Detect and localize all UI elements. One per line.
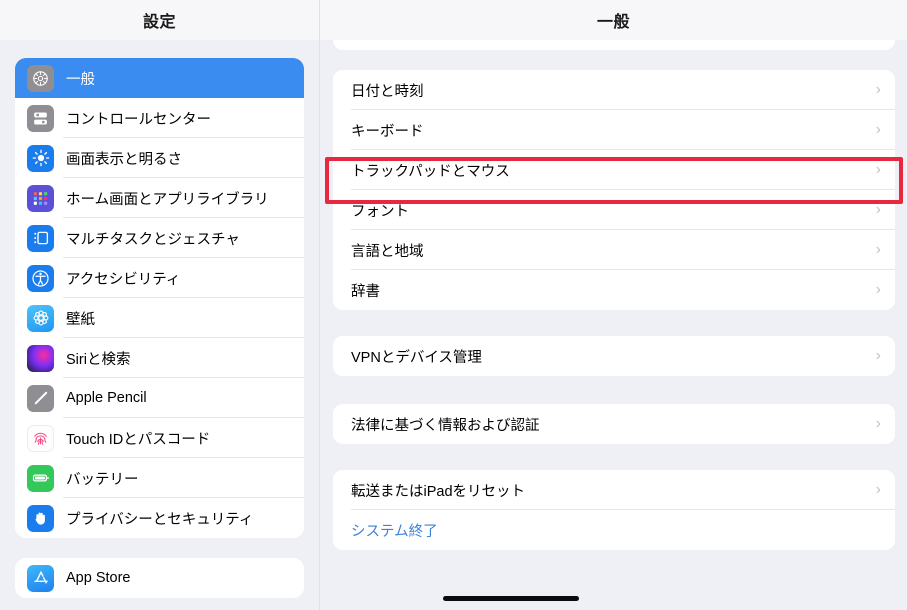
chevron-right-icon: › (875, 281, 881, 298)
sidebar-item-label: バッテリー (66, 471, 139, 488)
sidebar-item-label: Siriと検索 (66, 351, 131, 368)
sidebar-item-siri-search[interactable]: Siriと検索 (15, 338, 304, 378)
touch-id-icon-svg (34, 432, 47, 445)
sidebar-item-label: ホーム画面とアプリライブラリ (66, 191, 269, 208)
sidebar-item-app-store[interactable]: App Store (15, 558, 304, 598)
detail-row-fonts[interactable]: フォント › (333, 190, 895, 230)
detail-row-label: 法律に基づく情報および認証 (351, 417, 540, 434)
touch-id-icon (27, 424, 54, 452)
chevron-right-icon: › (875, 121, 881, 138)
detail-header: 一般 (320, 0, 907, 40)
detail-row-legal-regulatory[interactable]: 法律に基づく情報および認証 › (333, 404, 895, 444)
pencil-icon-svg (34, 391, 47, 405)
gear-icon-svg (33, 70, 48, 86)
siri-icon (27, 344, 54, 372)
home-screen-icon (27, 184, 54, 212)
detail-row-vpn-device-management[interactable]: VPNとデバイス管理 › (333, 336, 895, 376)
chevron-right-icon: › (875, 241, 881, 258)
detail-row-label: キーボード (351, 123, 424, 140)
accessibility-icon-svg (32, 269, 49, 287)
sidebar-item-label: コントロールセンター (66, 111, 211, 128)
chevron-right-icon: › (875, 415, 881, 432)
detail-row-label: 日付と時刻 (351, 83, 424, 100)
detail-row-shut-down[interactable]: システム終了 (333, 510, 895, 550)
detail-group-vpn: VPNとデバイス管理 › (333, 336, 895, 376)
detail-title: 一般 (596, 14, 630, 31)
sidebar-item-wallpaper[interactable]: 壁紙 (15, 298, 304, 338)
app-store-icon (27, 564, 54, 592)
scrolled-card-stub (333, 40, 895, 50)
detail-row-label: 辞書 (351, 283, 380, 300)
accessibility-icon (27, 264, 54, 292)
detail-row-language-region[interactable]: 言語と地域 › (333, 230, 895, 270)
detail-row-date-time[interactable]: 日付と時刻 › (333, 70, 895, 110)
detail-group-system: 日付と時刻 › キーボード › トラックパッドとマウス › フォント › 言語と… (333, 70, 895, 310)
detail-row-label: 転送またはiPadをリセット (351, 483, 526, 500)
detail-group-legal: 法律に基づく情報および認証 › (333, 404, 895, 444)
sidebar-item-display-brightness[interactable]: 画面表示と明るさ (15, 138, 304, 178)
sidebar-header: 設定 (0, 0, 320, 40)
sidebar-item-label: 一般 (66, 71, 95, 88)
sidebar-item-multitasking[interactable]: マルチタスクとジェスチャ (15, 218, 304, 258)
sidebar-item-general[interactable]: 一般 (15, 58, 304, 98)
sidebar-item-label: 画面表示と明るさ (66, 151, 182, 168)
sidebar-title: 設定 (142, 14, 176, 31)
detail-row-trackpad-mouse[interactable]: トラックパッドとマウス › (333, 150, 895, 190)
settings-sidebar[interactable]: 一般 コントロールセンター 画面表示と明るさ ホーム画面とアプリライブラリ マル… (0, 40, 320, 610)
detail-row-label: フォント (351, 203, 409, 220)
sidebar-item-apple-pencil[interactable]: Apple Pencil (15, 378, 304, 418)
wallpaper-icon (27, 304, 54, 332)
sidebar-item-label: App Store (66, 570, 131, 586)
detail-row-label: 言語と地域 (351, 243, 424, 260)
chevron-right-icon: › (875, 161, 881, 178)
privacy-hand-icon-svg (35, 512, 45, 525)
detail-row-transfer-reset-ipad[interactable]: 転送またはiPadをリセット › (333, 470, 895, 510)
chevron-right-icon: › (875, 81, 881, 98)
wallpaper-icon-svg (33, 310, 48, 326)
navigation-header: 設定 一般 (0, 0, 907, 40)
sidebar-item-home-screen[interactable]: ホーム画面とアプリライブラリ (15, 178, 304, 218)
detail-row-label: システム終了 (351, 523, 438, 540)
home-screen-icon-svg (33, 191, 48, 205)
detail-row-dictionary[interactable]: 辞書 › (333, 270, 895, 310)
battery-icon-svg (32, 474, 49, 482)
chevron-right-icon: › (875, 481, 881, 498)
brightness-icon-svg (32, 149, 49, 167)
sidebar-item-label: アクセシビリティ (66, 271, 181, 288)
multitasking-icon (27, 224, 54, 252)
app-store-icon-svg (33, 571, 48, 584)
detail-row-label: トラックパッドとマウス (351, 163, 510, 180)
sidebar-item-label: Apple Pencil (66, 390, 147, 406)
control-center-icon (27, 104, 54, 132)
sidebar-item-accessibility[interactable]: アクセシビリティ (15, 258, 304, 298)
sidebar-item-label: プライバシーとセキュリティ (66, 511, 254, 528)
home-indicator (443, 596, 579, 601)
sidebar-group-main: 一般 コントロールセンター 画面表示と明るさ ホーム画面とアプリライブラリ マル… (15, 58, 304, 538)
multitasking-icon-svg (33, 231, 48, 245)
gear-icon (27, 64, 54, 92)
sidebar-group-apps: App Store (15, 558, 304, 598)
chevron-right-icon: › (875, 201, 881, 218)
sidebar-item-battery[interactable]: バッテリー (15, 458, 304, 498)
general-settings-pane[interactable]: 日付と時刻 › キーボード › トラックパッドとマウス › フォント › 言語と… (321, 40, 907, 610)
sidebar-item-privacy-security[interactable]: プライバシーとセキュリティ (15, 498, 304, 538)
sidebar-item-label: Touch IDとパスコード (66, 431, 211, 448)
detail-group-reset: 転送またはiPadをリセット › システム終了 (333, 470, 895, 550)
privacy-hand-icon (27, 504, 54, 532)
control-center-icon-svg (34, 111, 47, 125)
sidebar-item-label: 壁紙 (66, 311, 95, 328)
detail-row-label: VPNとデバイス管理 (351, 349, 482, 366)
ipad-settings-screen: 設定 一般 一般 コントロールセンター 画面表示と明るさ ホーム画面とアプリライ… (0, 0, 907, 610)
detail-row-keyboard[interactable]: キーボード › (333, 110, 895, 150)
chevron-right-icon: › (875, 347, 881, 364)
battery-icon (27, 464, 54, 492)
brightness-icon (27, 144, 54, 172)
sidebar-item-control-center[interactable]: コントロールセンター (15, 98, 304, 138)
pencil-icon (27, 384, 54, 412)
sidebar-item-label: マルチタスクとジェスチャ (66, 231, 240, 248)
sidebar-item-touch-id-passcode[interactable]: Touch IDとパスコード (15, 418, 304, 458)
